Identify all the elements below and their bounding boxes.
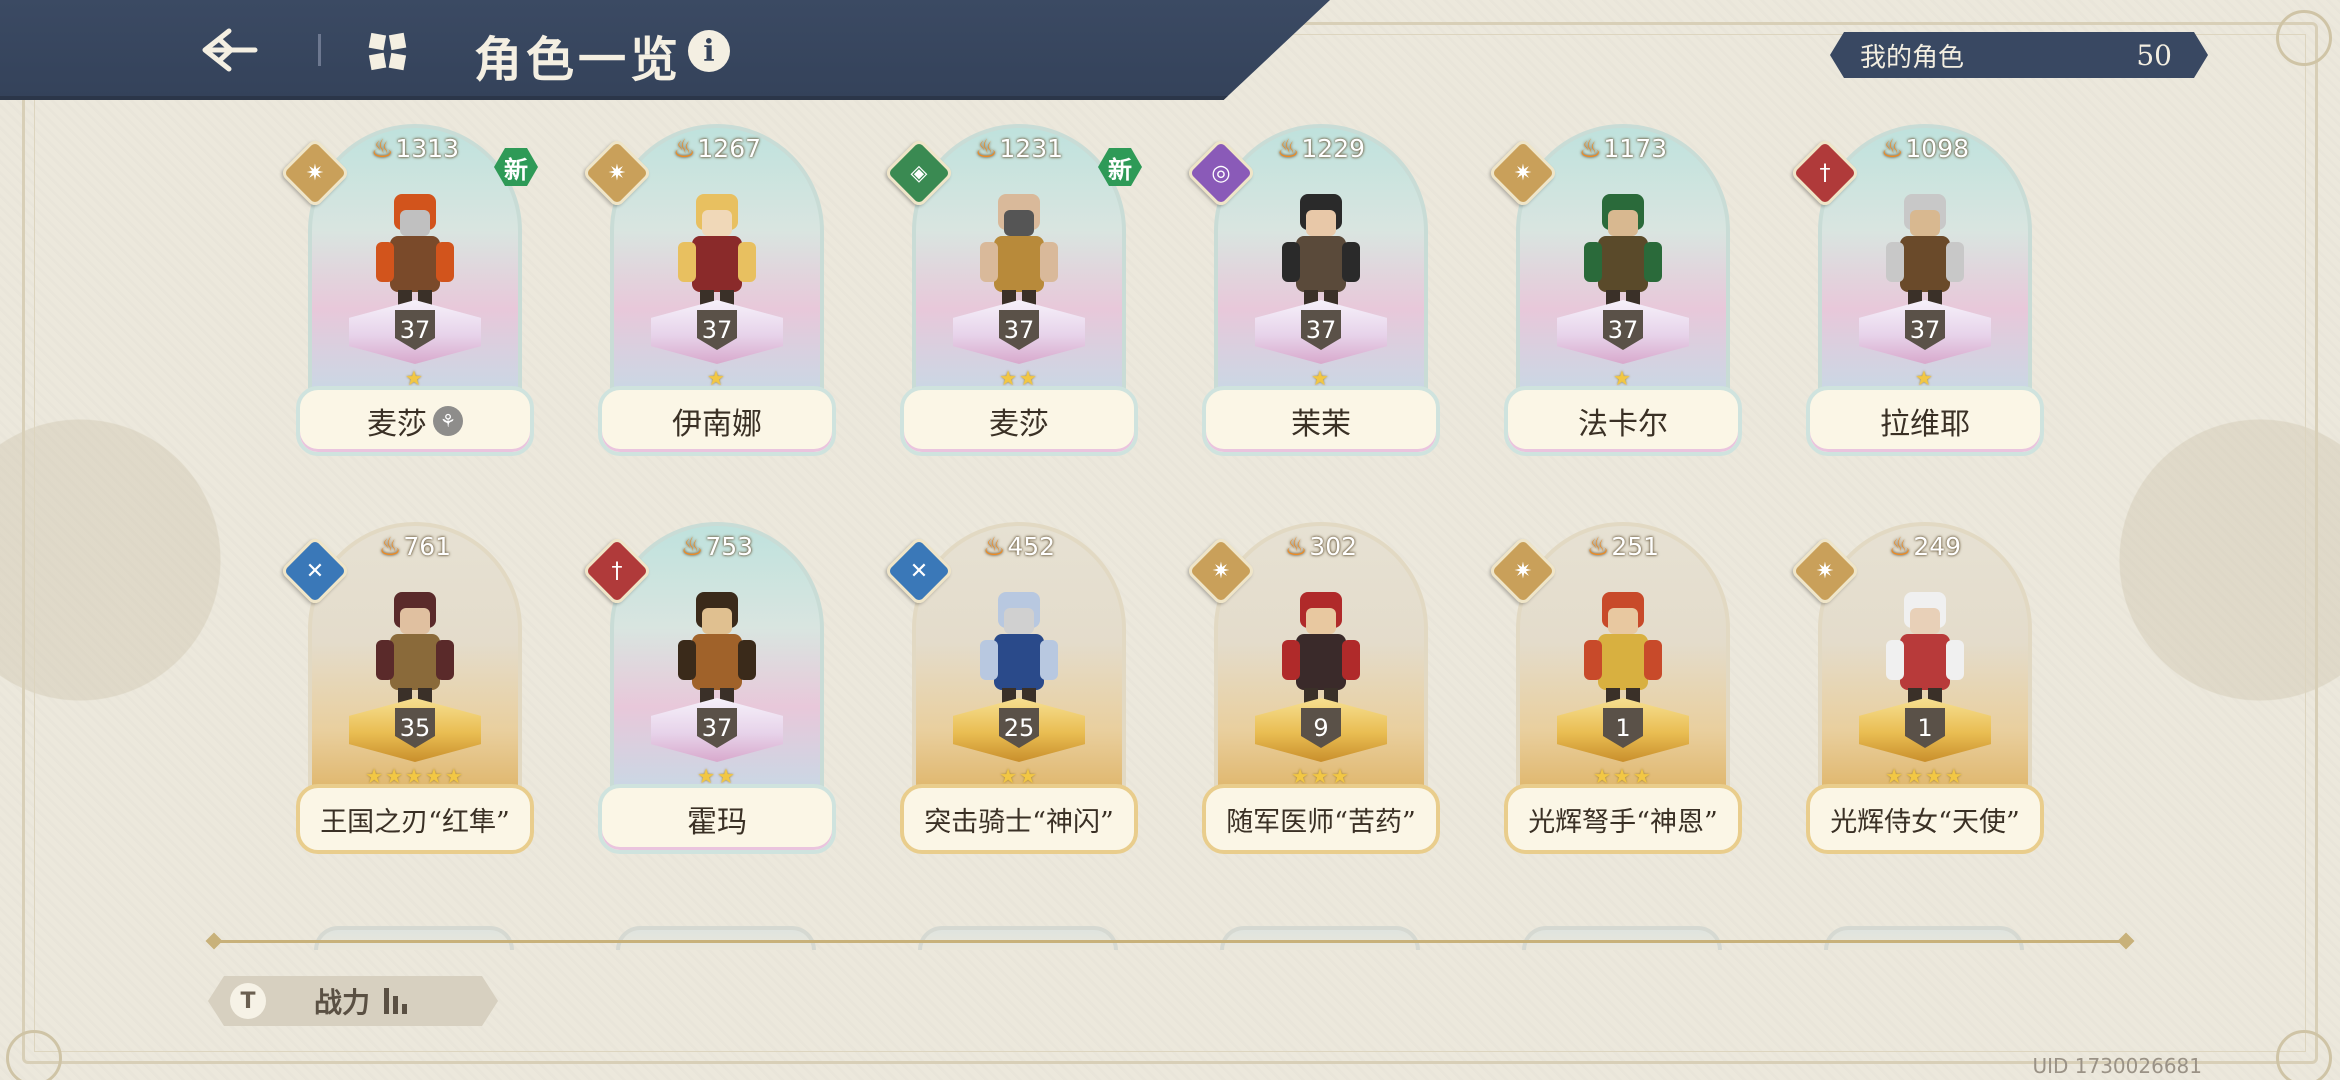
power-number: 1098 bbox=[1905, 134, 1970, 163]
character-name-plate: 伊南娜 bbox=[598, 386, 836, 456]
character-card[interactable]: ♨1098 † 37 ★ 拉维耶 bbox=[1789, 124, 2044, 456]
sort-filter-icon: T bbox=[230, 983, 266, 1019]
corner-ornament bbox=[6, 1030, 62, 1080]
character-card[interactable]: ♨251 ✷ 1 ★★★ 光辉弩手“神恩” bbox=[1487, 522, 1742, 854]
sort-by-power-button[interactable]: T 战力 bbox=[208, 976, 498, 1026]
card-peek bbox=[1824, 926, 2024, 950]
character-name: 光辉侍女“天使” bbox=[1830, 806, 2020, 838]
character-card[interactable]: ♨302 ✷ 9 ★★★ 随军医师“苦药” bbox=[1185, 522, 1440, 854]
page-title: 角色一览 bbox=[474, 32, 683, 88]
character-name: 茉茉 bbox=[1291, 407, 1351, 442]
character-name: 拉维耶 bbox=[1880, 407, 1970, 442]
character-card[interactable]: ♨1267 ✷ 37 ★ 伊南娜 bbox=[581, 124, 836, 456]
flame-icon: ♨ bbox=[974, 134, 998, 163]
character-name-plate: 拉维耶 bbox=[1806, 386, 2044, 456]
my-characters-label: 我的角色 bbox=[1860, 42, 1965, 73]
power-number: 1173 bbox=[1603, 134, 1668, 163]
character-name-plate: 突击骑士“神闪” bbox=[900, 784, 1138, 854]
descending-bars-icon bbox=[384, 988, 407, 1014]
power-number: 249 bbox=[1913, 532, 1962, 561]
awakening-icon: ⚘ bbox=[433, 406, 463, 436]
character-name-plate: 麦莎 bbox=[900, 386, 1138, 456]
character-card[interactable]: ♨1173 ✷ 37 ★ 法卡尔 bbox=[1487, 124, 1742, 456]
sort-label: 战力 bbox=[314, 986, 371, 1019]
flame-icon: ♨ bbox=[1284, 532, 1308, 561]
character-card[interactable]: ♨753 † 37 ★★ 霍玛 bbox=[581, 522, 836, 854]
character-card[interactable]: ♨452 ✕ 25 ★★ 突击骑士“神闪” bbox=[883, 522, 1138, 854]
flame-icon: ♨ bbox=[378, 532, 402, 561]
power-number: 1313 bbox=[395, 134, 460, 163]
character-name-plate: 茉茉 bbox=[1202, 386, 1440, 456]
character-card[interactable]: ♨249 ✷ 1 ★★★★ 光辉侍女“天使” bbox=[1789, 522, 2044, 854]
power-number: 251 bbox=[1611, 532, 1660, 561]
character-name: 突击骑士“神闪” bbox=[924, 806, 1114, 838]
user-id: UID 1730026681 bbox=[2032, 1054, 2202, 1078]
flame-icon: ♨ bbox=[1586, 532, 1610, 561]
card-peek bbox=[1522, 926, 1722, 950]
corner-ornament bbox=[2276, 1030, 2332, 1080]
character-name: 法卡尔 bbox=[1578, 407, 1668, 442]
card-peek bbox=[918, 926, 1118, 950]
flame-icon: ♨ bbox=[680, 532, 704, 561]
character-name: 霍玛 bbox=[687, 805, 747, 840]
character-name: 王国之刃“红隼” bbox=[320, 806, 510, 838]
back-arrow-icon bbox=[202, 28, 258, 72]
power-number: 753 bbox=[705, 532, 754, 561]
flame-icon: ♨ bbox=[982, 532, 1006, 561]
my-characters-count: 50 bbox=[2136, 38, 2172, 72]
character-card[interactable]: ♨1231 ◈ 新 37 ★★ 麦莎 bbox=[883, 124, 1142, 456]
back-button[interactable] bbox=[196, 22, 262, 78]
power-number: 1229 bbox=[1301, 134, 1366, 163]
power-number: 1267 bbox=[697, 134, 762, 163]
info-icon[interactable]: i bbox=[688, 30, 730, 72]
character-card[interactable]: ♨1313 ✷ 新 37 ★ 麦莎 ⚘ bbox=[279, 124, 538, 456]
card-peek bbox=[314, 926, 514, 950]
character-name-plate: 光辉弩手“神恩” bbox=[1504, 784, 1742, 854]
character-card[interactable]: ♨1229 ◎ 37 ★ 茉茉 bbox=[1185, 124, 1440, 456]
flame-icon: ♨ bbox=[1276, 134, 1300, 163]
card-peek bbox=[616, 926, 816, 950]
character-name: 光辉弩手“神恩” bbox=[1528, 806, 1718, 838]
scroll-divider bbox=[214, 940, 2126, 943]
character-name-plate: 霍玛 bbox=[598, 784, 836, 854]
character-name: 随军医师“苦药” bbox=[1226, 806, 1416, 838]
character-name-plate: 光辉侍女“天使” bbox=[1806, 784, 2044, 854]
character-name: 伊南娜 bbox=[672, 407, 762, 442]
character-card[interactable]: ♨761 ✕ 35 ★★★★★ 王国之刃“红隼” bbox=[279, 522, 534, 854]
grid-menu-icon bbox=[368, 32, 407, 71]
character-name: 麦莎 bbox=[367, 407, 427, 442]
flame-icon: ♨ bbox=[1578, 134, 1602, 163]
power-number: 302 bbox=[1309, 532, 1358, 561]
flame-icon: ♨ bbox=[672, 134, 696, 163]
character-name-plate: 王国之刃“红隼” bbox=[296, 784, 534, 854]
flame-icon: ♨ bbox=[370, 134, 394, 163]
character-name-plate: 随军医师“苦药” bbox=[1202, 784, 1440, 854]
character-name-plate: 麦莎 ⚘ bbox=[296, 386, 534, 456]
flame-icon: ♨ bbox=[1888, 532, 1912, 561]
character-name: 麦莎 bbox=[989, 407, 1049, 442]
flame-icon: ♨ bbox=[1880, 134, 1904, 163]
card-peek bbox=[1220, 926, 1420, 950]
corner-ornament bbox=[2276, 10, 2332, 66]
character-name-plate: 法卡尔 bbox=[1504, 386, 1742, 456]
header-divider bbox=[318, 34, 321, 66]
power-number: 452 bbox=[1007, 532, 1056, 561]
power-number: 1231 bbox=[999, 134, 1064, 163]
power-number: 761 bbox=[403, 532, 452, 561]
my-characters-counter: 我的角色 50 bbox=[1830, 32, 2208, 78]
grid-menu-button[interactable] bbox=[366, 30, 410, 74]
